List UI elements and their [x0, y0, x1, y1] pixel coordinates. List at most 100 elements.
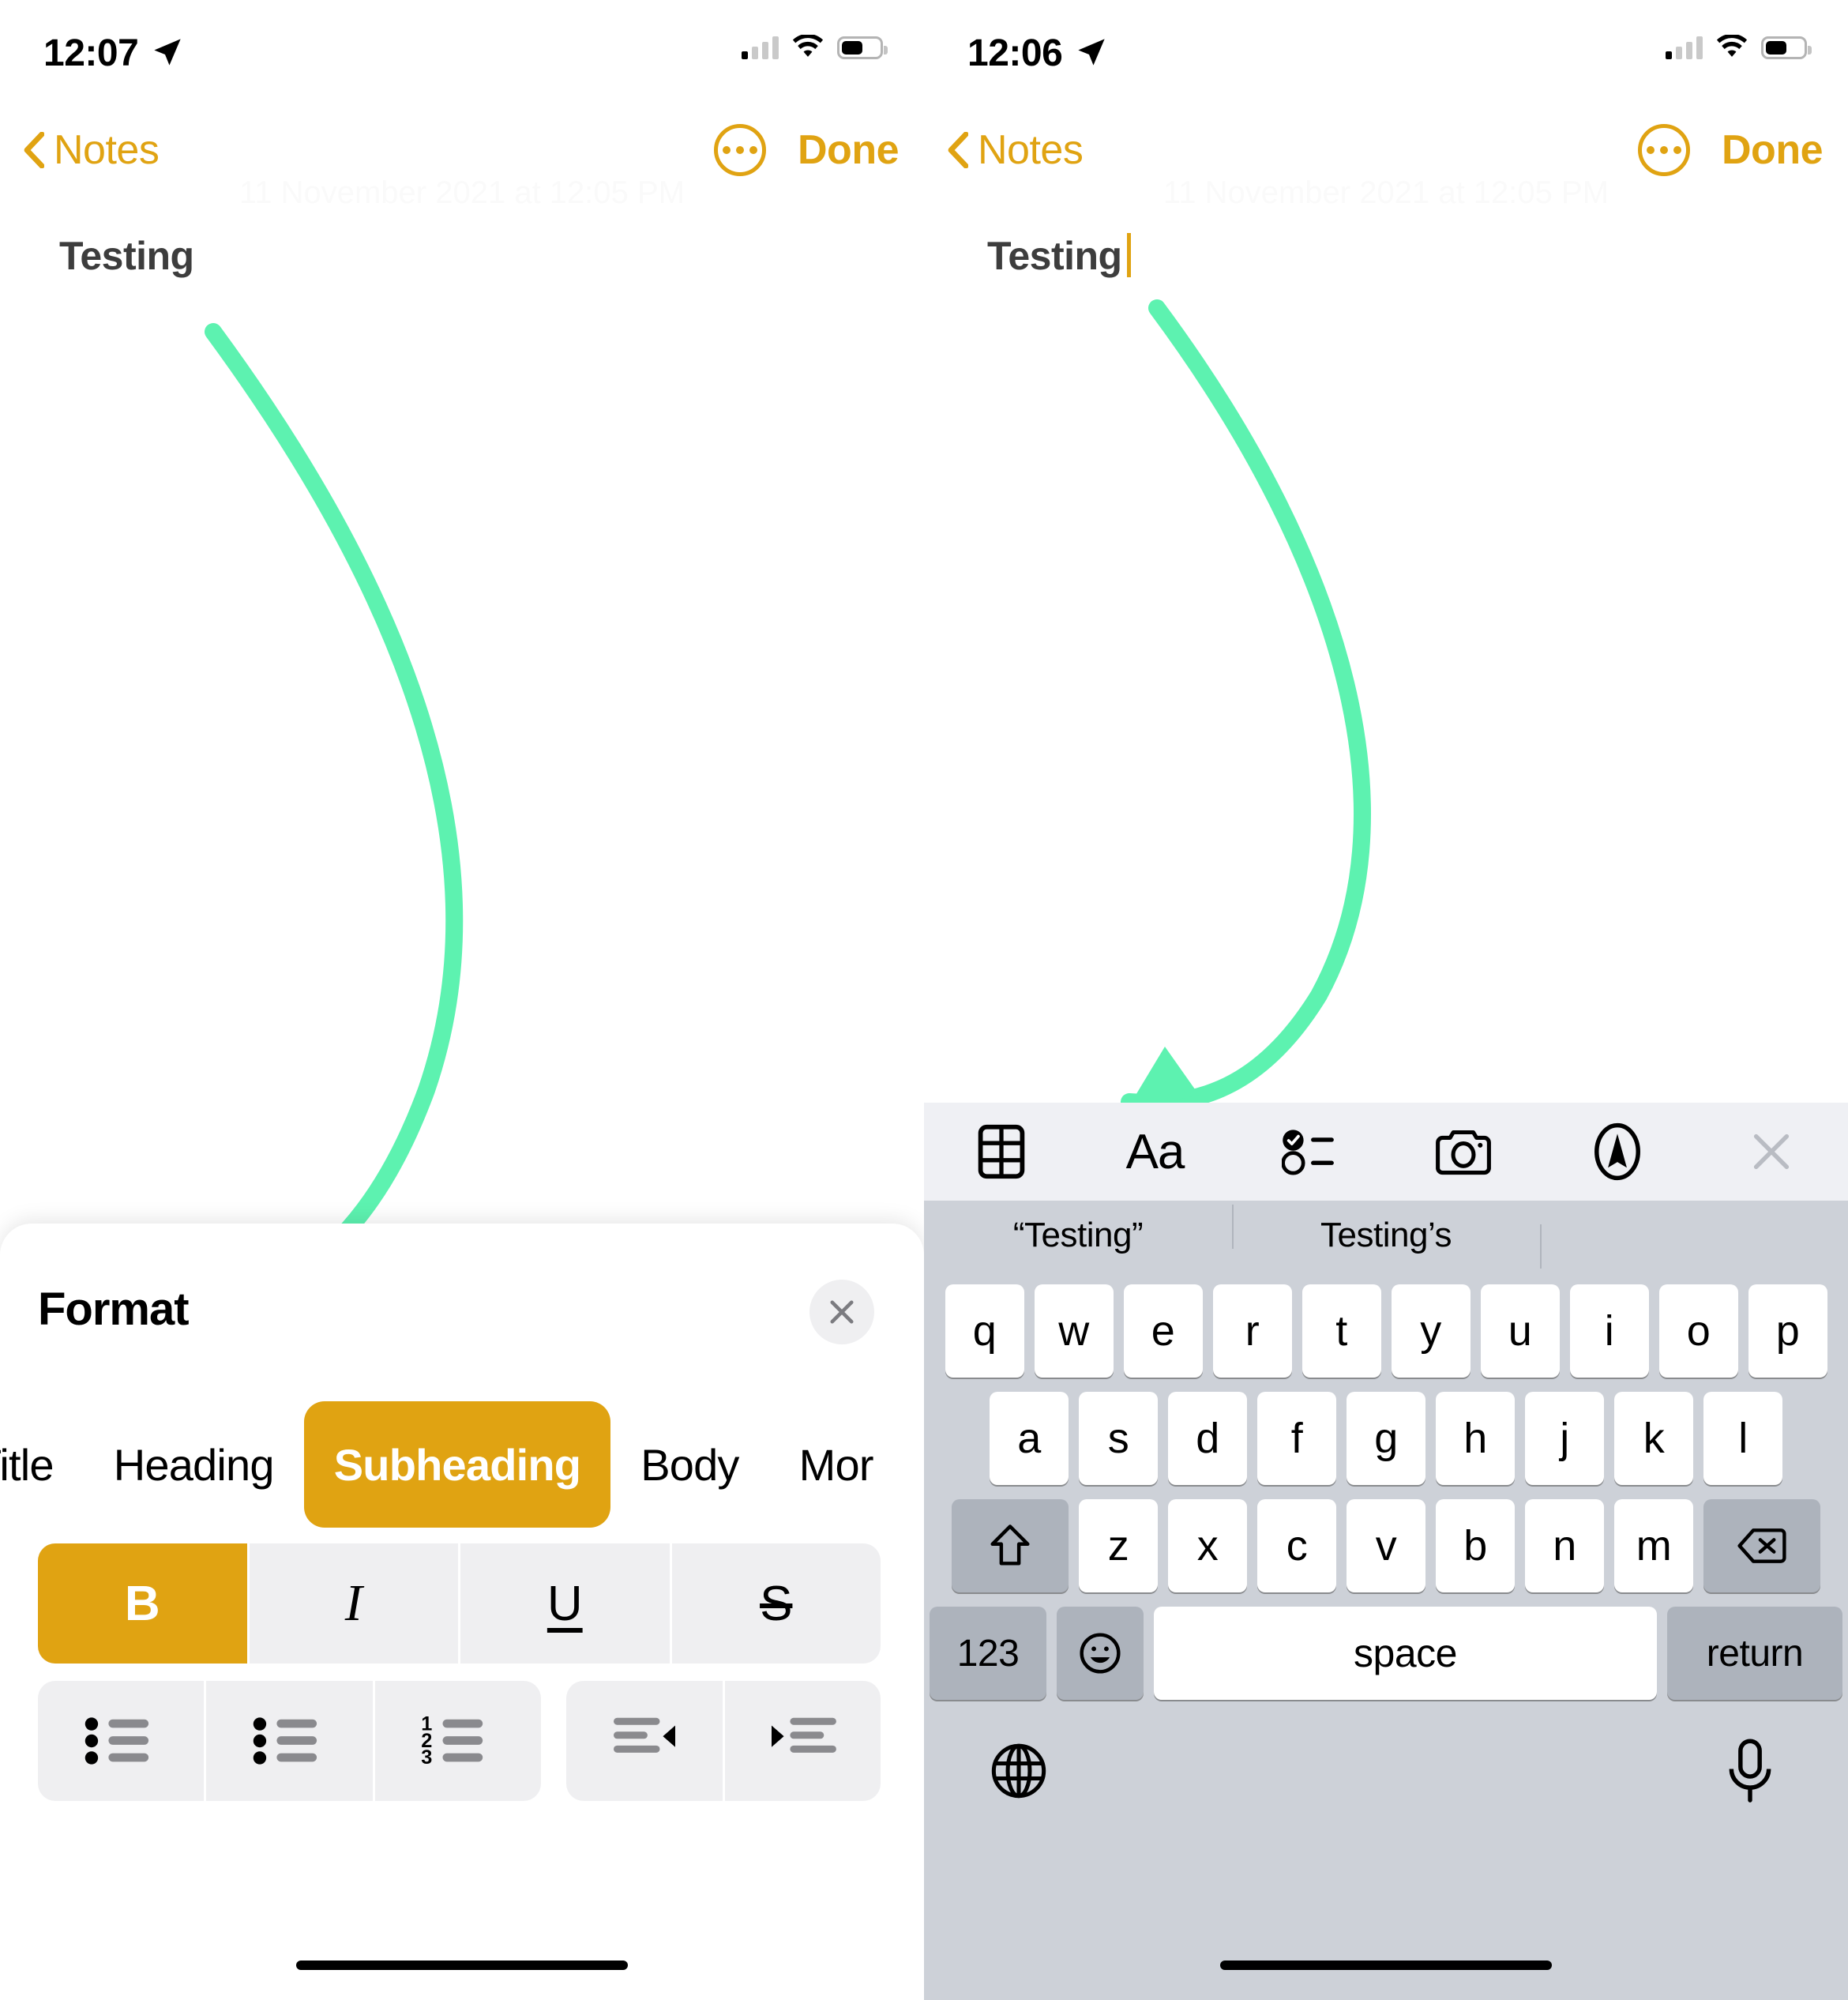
key-y[interactable]: y: [1391, 1284, 1471, 1378]
backspace-icon[interactable]: [1703, 1499, 1820, 1592]
keyboard-row-1: q w e r t y u i o p: [930, 1284, 1842, 1378]
key-o[interactable]: o: [1658, 1284, 1738, 1378]
indent-icon[interactable]: [725, 1681, 881, 1801]
strikethrough-label: S: [760, 1576, 793, 1631]
microphone-icon[interactable]: [1725, 1738, 1775, 1808]
key-f[interactable]: f: [1257, 1392, 1336, 1485]
battery-icon: [1761, 36, 1812, 59]
left-screen: 12:07 Notes Done 11 November 2021 at 12:…: [0, 0, 924, 2000]
key-u[interactable]: u: [1480, 1284, 1560, 1378]
svg-text:3: 3: [421, 1746, 432, 1769]
keyboard-accessory-bar: Aa: [924, 1103, 1848, 1201]
done-button[interactable]: Done: [798, 126, 900, 174]
paragraph-style-row[interactable]: Title Heading Subheading Body Mor: [0, 1401, 924, 1528]
note-title[interactable]: Testing: [987, 233, 1131, 279]
style-chip-body[interactable]: Body: [610, 1401, 768, 1528]
key-s[interactable]: s: [1079, 1392, 1158, 1485]
bold-label: B: [124, 1576, 160, 1631]
emoji-icon[interactable]: [1057, 1607, 1144, 1700]
key-m[interactable]: m: [1614, 1499, 1693, 1592]
style-chip-more[interactable]: Mor: [769, 1401, 903, 1528]
format-aa-icon[interactable]: Aa: [1108, 1116, 1203, 1187]
text-style-row: B I U S: [38, 1543, 881, 1664]
keyboard-row-3: z x c v b n m: [930, 1499, 1842, 1592]
return-key[interactable]: return: [1667, 1607, 1842, 1700]
keyboard-row-2: a s d f g h j k l: [974, 1392, 1798, 1485]
note-title-text: Testing: [987, 234, 1122, 278]
status-time: 12:06: [967, 32, 1063, 74]
done-button[interactable]: Done: [1722, 126, 1824, 174]
underline-button[interactable]: U: [460, 1543, 672, 1664]
key-w[interactable]: w: [1034, 1284, 1114, 1378]
underline-label: U: [547, 1576, 583, 1631]
key-p[interactable]: p: [1748, 1284, 1827, 1378]
close-icon[interactable]: [809, 1280, 874, 1344]
location-arrow-icon: [1078, 39, 1105, 66]
text-cursor: [1126, 233, 1131, 277]
key-g[interactable]: g: [1347, 1392, 1425, 1485]
note-date: 11 November 2021 at 12:05 PM: [1163, 175, 1609, 210]
checklist-icon[interactable]: [1262, 1116, 1357, 1187]
close-icon[interactable]: [1724, 1116, 1819, 1187]
key-z[interactable]: z: [1079, 1499, 1158, 1592]
home-indicator: [296, 1961, 628, 1970]
key-r[interactable]: r: [1212, 1284, 1292, 1378]
key-i[interactable]: i: [1569, 1284, 1649, 1378]
location-arrow-icon: [154, 39, 181, 66]
key-k[interactable]: k: [1614, 1392, 1693, 1485]
status-right-group: [1666, 35, 1812, 60]
prediction-0[interactable]: “Testing”: [924, 1216, 1232, 1255]
back-label: Notes: [978, 127, 1084, 173]
status-bar: 12:07: [0, 0, 924, 95]
key-x[interactable]: x: [1168, 1499, 1247, 1592]
numbers-key[interactable]: 123: [930, 1607, 1046, 1700]
bold-button[interactable]: B: [38, 1543, 250, 1664]
format-panel: Format Title Heading Subheading Body Mor…: [0, 1224, 924, 2000]
key-t[interactable]: t: [1301, 1284, 1381, 1378]
key-d[interactable]: d: [1168, 1392, 1247, 1485]
list-and-indent-row: 1 2 3: [38, 1681, 881, 1801]
key-b[interactable]: b: [1436, 1499, 1515, 1592]
predictive-text-bar: “Testing” Testing’s: [924, 1201, 1848, 1270]
globe-icon[interactable]: [989, 1741, 1049, 1805]
italic-button[interactable]: I: [250, 1543, 460, 1664]
note-date: 11 November 2021 at 12:05 PM: [239, 175, 685, 210]
key-v[interactable]: v: [1347, 1499, 1425, 1592]
key-q[interactable]: q: [945, 1284, 1024, 1378]
style-chip-heading[interactable]: Heading: [84, 1401, 304, 1528]
key-j[interactable]: j: [1525, 1392, 1604, 1485]
key-l[interactable]: l: [1703, 1392, 1782, 1485]
note-title: Testing: [59, 234, 194, 278]
dashed-list-icon[interactable]: [206, 1681, 375, 1801]
ellipsis-circle-icon[interactable]: [1638, 124, 1690, 176]
keyboard: q w e r t y u i o p a s d f g h j k l z: [924, 1270, 1848, 2000]
style-chip-title[interactable]: Title: [0, 1401, 84, 1528]
bulleted-list-icon[interactable]: [38, 1681, 207, 1801]
keyboard-row-4: 123 space return: [930, 1607, 1842, 1700]
key-h[interactable]: h: [1436, 1392, 1515, 1485]
style-chip-subheading[interactable]: Subheading: [303, 1401, 611, 1528]
key-c[interactable]: c: [1257, 1499, 1336, 1592]
camera-icon[interactable]: [1416, 1116, 1511, 1187]
numbered-list-icon[interactable]: 1 2 3: [375, 1681, 541, 1801]
list-button-group: 1 2 3: [38, 1681, 541, 1801]
outdent-icon[interactable]: [566, 1681, 725, 1801]
key-e[interactable]: e: [1123, 1284, 1203, 1378]
back-label: Notes: [54, 127, 160, 173]
chevron-left-icon: [948, 132, 968, 168]
strikethrough-button[interactable]: S: [672, 1543, 881, 1664]
key-a[interactable]: a: [990, 1392, 1069, 1485]
status-right-group: [742, 35, 888, 60]
space-key[interactable]: space: [1154, 1607, 1657, 1700]
prediction-1[interactable]: Testing’s: [1232, 1205, 1540, 1255]
wifi-icon: [1716, 35, 1748, 57]
indent-button-group: [566, 1681, 881, 1801]
markup-pen-icon[interactable]: [1570, 1116, 1665, 1187]
keyboard-bottom-row: [924, 1733, 1848, 1828]
shift-icon[interactable]: [952, 1499, 1069, 1592]
battery-icon: [837, 36, 888, 59]
format-panel-header: Format: [0, 1280, 924, 1354]
key-n[interactable]: n: [1525, 1499, 1604, 1592]
ellipsis-circle-icon[interactable]: [714, 124, 766, 176]
table-icon[interactable]: [954, 1116, 1049, 1187]
